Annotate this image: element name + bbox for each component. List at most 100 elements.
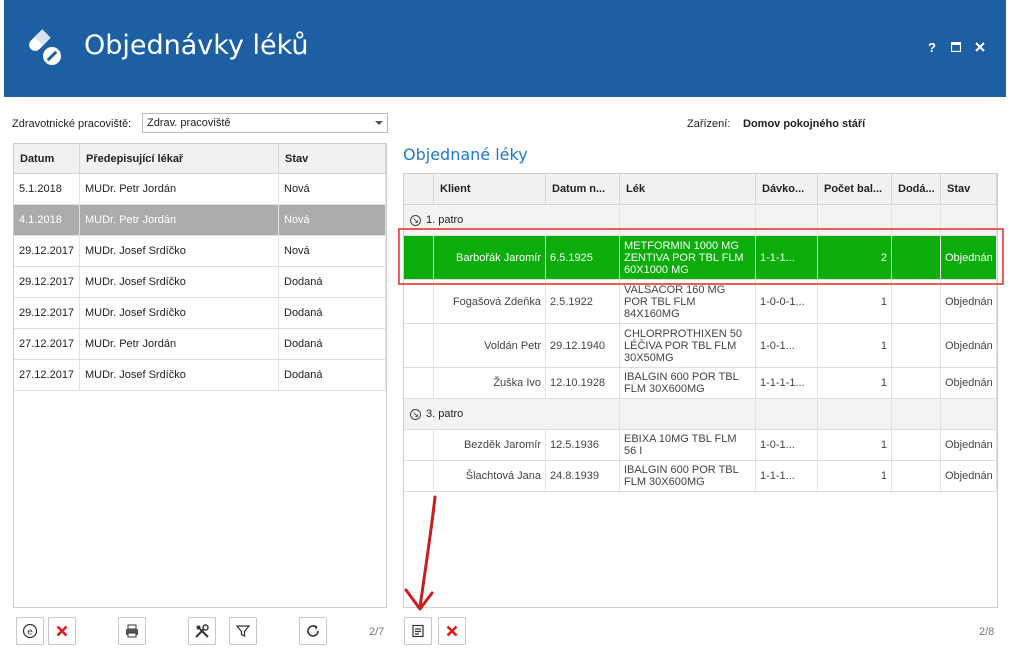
group-row[interactable]: ↘ 1. patro bbox=[404, 205, 997, 236]
order-package-count: 1 bbox=[818, 461, 892, 491]
prescription-status: Nová bbox=[279, 205, 386, 235]
order-delivered bbox=[892, 461, 941, 491]
close-button[interactable] bbox=[972, 40, 988, 55]
delete-order-button[interactable] bbox=[438, 617, 466, 645]
group-cell bbox=[756, 399, 818, 429]
row-indent bbox=[404, 430, 434, 460]
refresh-button[interactable] bbox=[299, 617, 327, 645]
chevron-down-icon bbox=[375, 121, 383, 125]
group-cell bbox=[546, 399, 620, 429]
prescription-row[interactable]: 27.12.2017 MUDr. Petr Jordán Dodaná bbox=[14, 329, 386, 360]
group-cell bbox=[546, 205, 620, 235]
column-header-status[interactable]: Stav bbox=[279, 144, 386, 173]
tools-icon bbox=[195, 624, 209, 638]
prescription-row[interactable]: 29.12.2017 MUDr. Josef Srdíčko Nová bbox=[14, 236, 386, 267]
group-cell bbox=[892, 205, 941, 235]
order-client: Šlachtová Jana bbox=[434, 461, 546, 491]
tools-button[interactable] bbox=[188, 617, 216, 645]
column-header-dosage[interactable]: Dávko... bbox=[756, 174, 818, 204]
prescription-row[interactable]: 5.1.2018 MUDr. Petr Jordán Nová bbox=[14, 174, 386, 205]
group-label: 1. patro bbox=[426, 214, 464, 226]
collapse-group-icon[interactable]: ↘ bbox=[410, 408, 421, 420]
orders-title: Objednané léky bbox=[403, 145, 528, 164]
group-row[interactable]: ↘ 3. patro bbox=[404, 399, 997, 430]
order-row[interactable]: Šlachtová Jana 24.8.1939 IBALGIN 600 POR T… bbox=[404, 461, 997, 492]
order-detail-button[interactable] bbox=[404, 617, 432, 645]
group-cell bbox=[818, 205, 892, 235]
e-circle-icon: e bbox=[22, 623, 38, 639]
group-cell bbox=[941, 205, 997, 235]
workplace-value: Zdrav. pracoviště bbox=[147, 117, 231, 129]
prescriptions-pager: 2/7 bbox=[369, 626, 385, 638]
order-client: Barbořák Jaromír bbox=[434, 236, 546, 279]
filter-button[interactable] bbox=[229, 617, 257, 645]
order-row[interactable]: Voldán Petr 29.12.1940 CHLORPROTHIXEN 50 L… bbox=[404, 324, 997, 368]
prescriptions-header: Datum Předepisující lékař Stav bbox=[14, 144, 386, 174]
column-header-doctor[interactable]: Předepisující lékař bbox=[80, 144, 279, 173]
group-label: 3. patro bbox=[426, 408, 464, 420]
order-row[interactable]: Žuška Ivo 12.10.1928 IBALGIN 600 POR TBL F… bbox=[404, 368, 997, 399]
prescription-row[interactable]: 29.12.2017 MUDr. Josef Srdíčko Dodaná bbox=[14, 298, 386, 329]
prescription-row[interactable]: 29.12.2017 MUDr. Josef Srdíčko Dodaná bbox=[14, 267, 386, 298]
order-birthdate: 29.12.1940 bbox=[546, 324, 620, 367]
order-status: Objednán bbox=[941, 280, 997, 323]
row-indent bbox=[404, 280, 434, 323]
order-birthdate: 2.5.1922 bbox=[546, 280, 620, 323]
column-header-status[interactable]: Stav bbox=[941, 174, 997, 204]
maximize-button[interactable] bbox=[948, 40, 964, 55]
prescription-row[interactable]: 27.12.2017 MUDr. Josef Srdíčko Dodaná bbox=[14, 360, 386, 391]
group-cell bbox=[941, 399, 997, 429]
order-delivered bbox=[892, 368, 941, 398]
group-cell bbox=[756, 205, 818, 235]
column-header-date[interactable]: Datum bbox=[14, 144, 80, 173]
order-drug: CHLORPROTHIXEN 50 LÉČIVA POR TBL FLM 30X… bbox=[620, 324, 756, 367]
order-birthdate: 12.10.1928 bbox=[546, 368, 620, 398]
print-button[interactable] bbox=[118, 617, 146, 645]
order-status: Objednán bbox=[941, 324, 997, 367]
workplace-select[interactable]: Zdrav. pracoviště bbox=[142, 113, 388, 133]
prescription-date: 29.12.2017 bbox=[14, 298, 80, 328]
prescription-row[interactable]: 4.1.2018 MUDr. Petr Jordán Nová bbox=[14, 205, 386, 236]
column-header-client[interactable]: Klient bbox=[434, 174, 546, 204]
order-package-count: 1 bbox=[818, 324, 892, 367]
orders-header: Klient Datum n... Lék Dávko... Počet bal… bbox=[404, 174, 997, 205]
facility-value: Domov pokojného stáří bbox=[743, 118, 866, 130]
row-indent bbox=[404, 324, 434, 367]
order-row[interactable]: Barbořák Jaromír 6.5.1925 METFORMIN 1000 M… bbox=[404, 236, 997, 280]
refresh-icon bbox=[307, 625, 319, 637]
column-header-birthdate[interactable]: Datum n... bbox=[546, 174, 620, 204]
column-header-package-count[interactable]: Počet bal... bbox=[818, 174, 892, 204]
delete-prescription-button[interactable] bbox=[48, 617, 76, 645]
column-header-delivered[interactable]: Dodá... bbox=[892, 174, 941, 204]
edit-e-button[interactable]: e bbox=[16, 617, 44, 645]
order-package-count: 2 bbox=[818, 236, 892, 279]
delete-icon bbox=[56, 625, 68, 637]
order-delivered bbox=[892, 236, 941, 279]
order-dosage: 1-1-1-1... bbox=[756, 368, 818, 398]
order-drug: IBALGIN 600 POR TBL FLM 30X600MG bbox=[620, 461, 756, 491]
order-dosage: 1-0-1... bbox=[756, 324, 818, 367]
prescription-status: Dodaná bbox=[279, 329, 386, 359]
collapse-group-icon[interactable]: ↘ bbox=[410, 214, 421, 226]
order-package-count: 1 bbox=[818, 430, 892, 460]
printer-icon bbox=[126, 624, 138, 638]
filter-icon bbox=[236, 625, 250, 637]
orders-grid: Klient Datum n... Lék Dávko... Počet bal… bbox=[403, 173, 998, 608]
order-birthdate: 24.8.1939 bbox=[546, 461, 620, 491]
order-dosage: 1-1-1... bbox=[756, 236, 818, 279]
order-row[interactable]: Fogašová Zdeňka 2.5.1922 VALSACOR 160 MG P… bbox=[404, 280, 997, 324]
close-icon bbox=[975, 42, 985, 52]
order-package-count: 1 bbox=[818, 368, 892, 398]
order-birthdate: 6.5.1925 bbox=[546, 236, 620, 279]
column-header-drug[interactable]: Lék bbox=[620, 174, 756, 204]
order-drug: EBIXA 10MG TBL FLM 56 I bbox=[620, 430, 756, 460]
svg-text:e: e bbox=[27, 628, 33, 638]
title-bar: Objednávky léků ? bbox=[4, 0, 1006, 97]
order-drug: IBALGIN 600 POR TBL FLM 30X600MG bbox=[620, 368, 756, 398]
order-drug: VALSACOR 160 MG POR TBL FLM 84X160MG bbox=[620, 280, 756, 323]
prescription-status: Nová bbox=[279, 236, 386, 266]
help-button[interactable]: ? bbox=[924, 40, 940, 55]
order-row[interactable]: Bezděk Jaromír 12.5.1936 EBIXA 10MG TBL FL… bbox=[404, 430, 997, 461]
prescription-date: 5.1.2018 bbox=[14, 174, 80, 204]
prescriptions-grid: Datum Předepisující lékař Stav 5.1.2018 M… bbox=[13, 143, 387, 608]
